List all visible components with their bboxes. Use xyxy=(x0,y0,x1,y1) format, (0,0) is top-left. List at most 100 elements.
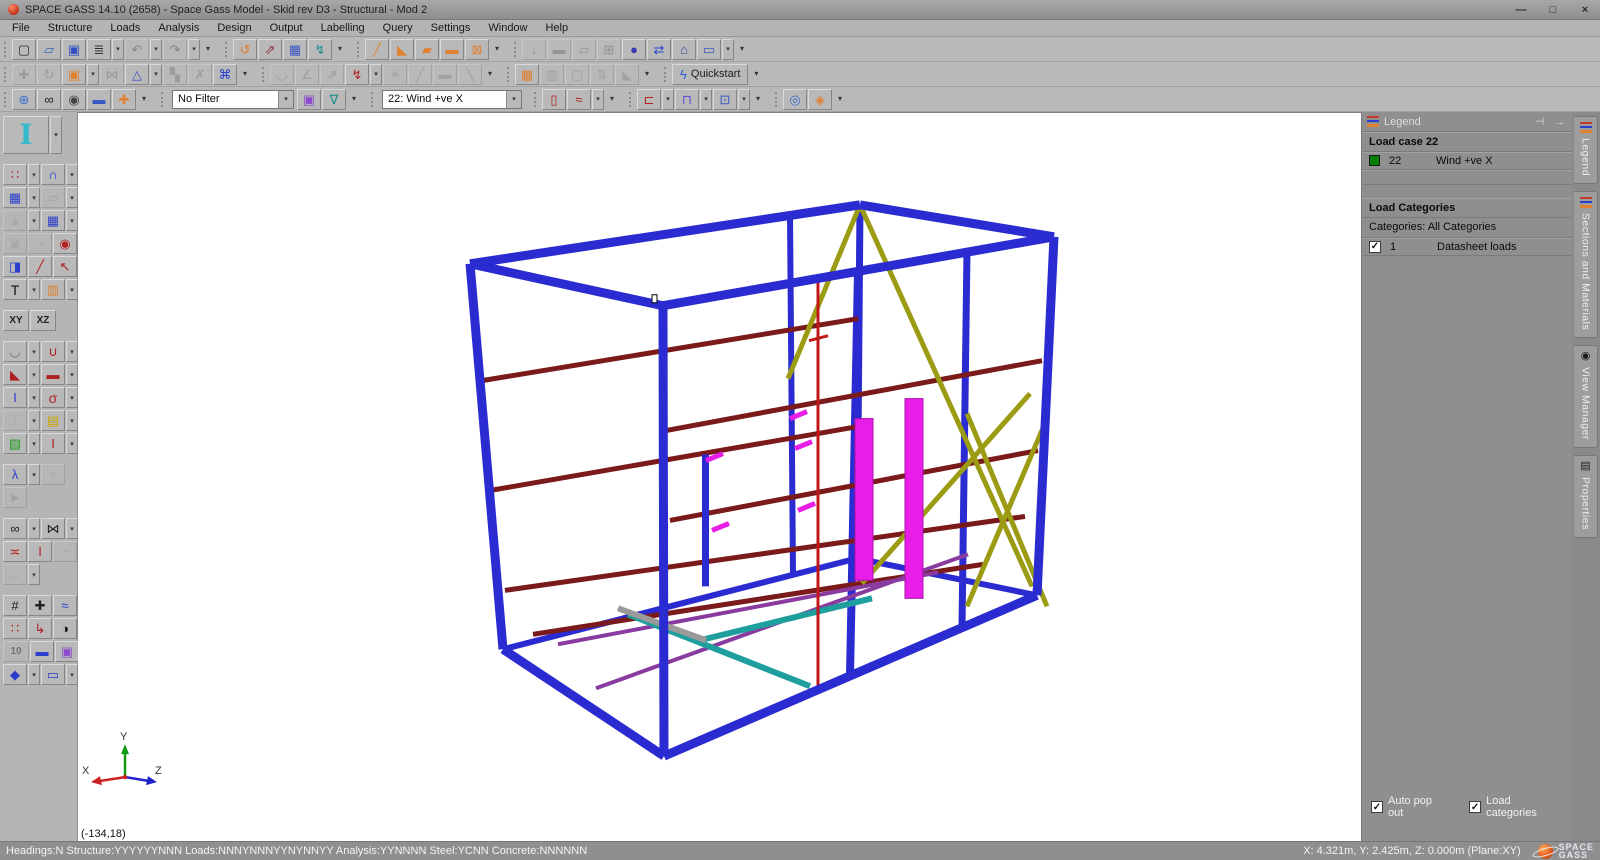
load-case-combo[interactable]: 22: Wind +ve X▾ xyxy=(382,90,522,109)
menu-help[interactable]: Help xyxy=(537,22,578,34)
sb-datasheet-button-dropdown[interactable]: ▾ xyxy=(28,187,40,208)
sb-pin-button[interactable]: ◉ xyxy=(53,233,77,254)
sb-grid-button-dropdown[interactable]: ▾ xyxy=(66,210,78,231)
sb-contour-button-dropdown[interactable]: ▾ xyxy=(28,433,40,454)
flow-arrows-button[interactable]: ⇄ xyxy=(647,39,671,60)
sb-loads-button-dropdown[interactable]: ▾ xyxy=(66,279,78,300)
brick-display-button[interactable]: ⊡ xyxy=(713,89,737,110)
zoom-button[interactable]: ⊕ xyxy=(12,89,36,110)
sb-member-design-button[interactable]: I xyxy=(28,541,52,562)
filter-layers-button[interactable]: ▣ xyxy=(297,89,321,110)
library-button[interactable]: ⌂ xyxy=(672,39,696,60)
sb-select-button[interactable]: ◨ xyxy=(3,256,27,277)
tab-sections-and-materials[interactable]: Sections and Materials xyxy=(1574,191,1598,338)
sb-envelope-button-dropdown[interactable]: ▾ xyxy=(66,410,78,431)
sb-grid-button[interactable]: ▦ xyxy=(41,210,65,231)
sb-tooltip-button-dropdown[interactable]: ▾ xyxy=(66,664,78,685)
load-case-combo-arrow[interactable]: ▾ xyxy=(506,91,521,108)
menu-design[interactable]: Design xyxy=(208,22,260,34)
menu-file[interactable]: File xyxy=(3,22,39,34)
node-symbols-button[interactable]: ◎ xyxy=(783,89,807,110)
sb-render-button[interactable]: ◑ xyxy=(53,618,77,639)
save-file-button[interactable]: ▣ xyxy=(62,39,86,60)
cone-button[interactable]: △ xyxy=(125,64,149,85)
sb-shear-button-dropdown[interactable]: ▾ xyxy=(28,364,40,385)
sb-eraser-button-dropdown[interactable]: ▾ xyxy=(66,187,78,208)
erase-draw-button[interactable]: ⊠ xyxy=(465,39,489,60)
sb-baseplate-button[interactable]: ≍ xyxy=(3,541,27,562)
loads-group-overflow[interactable]: ▾ xyxy=(605,89,619,110)
sb-moment-button[interactable]: ∪ xyxy=(41,341,65,362)
menu-settings[interactable]: Settings xyxy=(422,22,480,34)
sb-stress-button[interactable]: σ xyxy=(41,387,65,408)
sb-origin-button[interactable]: ✚ xyxy=(28,595,52,616)
sb-shear-button[interactable]: ◣ xyxy=(3,364,27,385)
sb-moment-button-dropdown[interactable]: ▾ xyxy=(66,341,78,362)
sb-axes-button[interactable]: ↖ xyxy=(53,256,77,277)
sb-text-button-dropdown[interactable]: ▾ xyxy=(28,279,40,300)
edit-group-overflow[interactable]: ▾ xyxy=(238,64,252,85)
category-checkbox[interactable]: ✓ xyxy=(1369,241,1381,253)
section-display-button[interactable]: ⊓ xyxy=(675,89,699,110)
measure-button[interactable]: ▬ xyxy=(87,89,111,110)
sb-line-button[interactable]: ╱ xyxy=(28,256,52,277)
filter-combo[interactable]: No Filter▾ xyxy=(172,90,294,109)
print-button[interactable]: ≣ xyxy=(87,39,111,60)
menu-structure[interactable]: Structure xyxy=(39,22,102,34)
sb-dynamic-button[interactable]: λ xyxy=(3,464,27,485)
sb-stress-button-dropdown[interactable]: ▾ xyxy=(66,387,78,408)
section-library-button-dropdown[interactable]: ▾ xyxy=(50,116,62,154)
draw-offset-button[interactable]: ▬ xyxy=(440,39,464,60)
materials-bucket-button[interactable]: ● xyxy=(622,39,646,60)
new-file-button[interactable]: ▢ xyxy=(12,39,36,60)
draw-section-button[interactable]: ◣ xyxy=(390,39,414,60)
menu-analysis[interactable]: Analysis xyxy=(149,22,208,34)
legend-collapse-icon[interactable]: → xyxy=(1552,116,1567,128)
copy-button[interactable]: ▣ xyxy=(62,64,86,85)
sb-section-stress-button-dropdown[interactable]: ▾ xyxy=(66,433,78,454)
sb-loads-button[interactable]: ▥ xyxy=(41,279,65,300)
renumber-wand-button[interactable]: ↺ xyxy=(233,39,257,60)
open-file-button[interactable]: ▱ xyxy=(37,39,61,60)
draw-member-button[interactable]: ╱ xyxy=(365,39,389,60)
sb-pinview-button-dropdown[interactable]: ▾ xyxy=(28,664,40,685)
legend-pin-icon[interactable]: ⊣ xyxy=(1532,115,1547,128)
filter-funnel-button[interactable]: ∇ xyxy=(322,89,346,110)
sb-triad-button[interactable]: ↳ xyxy=(28,618,52,639)
member-display-button-dropdown[interactable]: ▾ xyxy=(662,89,674,110)
grade-line-button-dropdown[interactable]: ▾ xyxy=(370,64,382,85)
sb-arch-button-dropdown[interactable]: ▾ xyxy=(66,164,78,185)
close-button[interactable]: × xyxy=(1578,4,1592,16)
sb-gridlines-button[interactable]: # xyxy=(3,595,27,616)
sb-footing-button-dropdown[interactable]: ▾ xyxy=(28,564,40,585)
load-categories-checkbox[interactable]: ✓ xyxy=(1469,801,1481,813)
model-group-overflow[interactable]: ▾ xyxy=(735,39,749,60)
sb-text-button[interactable]: T xyxy=(3,279,27,300)
node-flags-button[interactable]: ◈ xyxy=(808,89,832,110)
sb-axial-button[interactable]: ▬ xyxy=(41,364,65,385)
nodes-group-overflow[interactable]: ▾ xyxy=(833,89,847,110)
grade-line-button[interactable]: ↯ xyxy=(345,64,369,85)
sb-cone-button-dropdown[interactable]: ▾ xyxy=(28,210,40,231)
print-button-dropdown[interactable]: ▾ xyxy=(112,39,124,60)
model-viewport[interactable]: Y X Z (-134,18) xyxy=(78,112,1361,841)
sb-displacement-button-dropdown[interactable]: ▾ xyxy=(28,387,40,408)
menu-labelling[interactable]: Labelling xyxy=(312,22,374,34)
snapshot-button[interactable]: ◉ xyxy=(62,89,86,110)
tab-legend[interactable]: Legend xyxy=(1574,116,1598,184)
minimize-button[interactable]: — xyxy=(1514,4,1528,16)
category-row[interactable]: ✓ 1 Datasheet loads xyxy=(1362,238,1572,256)
undo-button-dropdown[interactable]: ▾ xyxy=(150,39,162,60)
filter-group-overflow[interactable]: ▾ xyxy=(347,89,361,110)
filter-combo-arrow[interactable]: ▾ xyxy=(278,91,293,108)
menu-loads[interactable]: Loads xyxy=(101,22,149,34)
menu-output[interactable]: Output xyxy=(261,22,312,34)
plugin-button[interactable]: ⌘ xyxy=(213,64,237,85)
sb-connection-button[interactable]: ∞ xyxy=(3,518,27,539)
sb-snapgrid-button[interactable]: ∷ xyxy=(3,618,27,639)
tab-view-manager[interactable]: ◉View Manager xyxy=(1574,345,1598,448)
view-group-overflow[interactable]: ▾ xyxy=(137,89,151,110)
sb-contour-button[interactable]: ▧ xyxy=(3,433,27,454)
plane-xz-button[interactable]: XZ xyxy=(30,310,56,331)
sb-tooltip-button[interactable]: ▭ xyxy=(41,664,65,685)
